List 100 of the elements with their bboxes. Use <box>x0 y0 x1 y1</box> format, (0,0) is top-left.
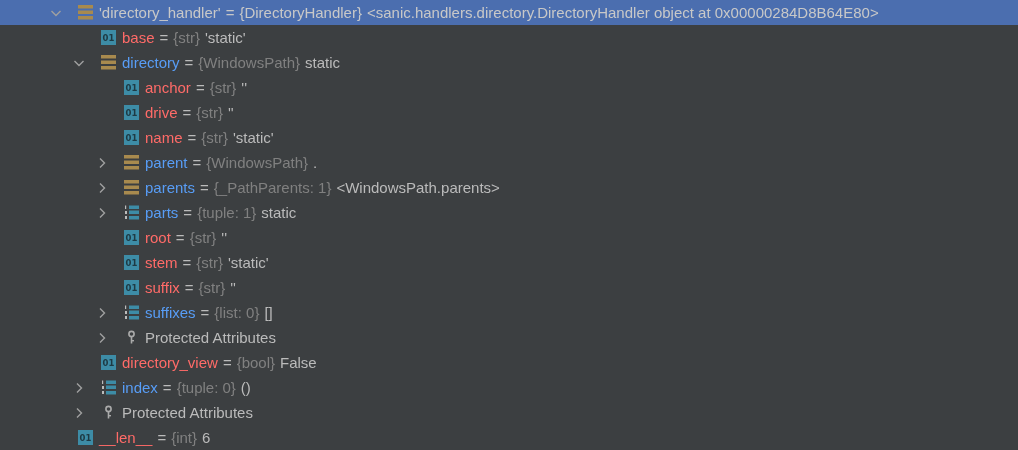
variable-name: suffixes <box>145 304 196 321</box>
equals-sign: = <box>184 279 194 296</box>
variable-name: base <box>122 29 155 46</box>
variable-type: {str} <box>201 129 228 146</box>
variable-type: {WindowsPath} <box>198 54 301 71</box>
variable-value: 6 <box>202 429 211 446</box>
tree-row[interactable]: Protected Attributes <box>0 400 1018 425</box>
tree-row[interactable]: index = {tuple: 0} () <box>0 375 1018 400</box>
variable-value: static <box>261 204 297 221</box>
variable-value: '' <box>221 229 228 246</box>
variable-type: {str} <box>198 279 226 296</box>
variable-value: 'static' <box>205 29 246 46</box>
equals-sign: = <box>225 4 235 21</box>
variable-name: index <box>122 379 158 396</box>
variable-type: {str} <box>196 254 223 271</box>
equals-sign: = <box>222 354 232 371</box>
variable-value: <sanic.handlers.directory.DirectoryHandler object at 0x00000284D8B64E80> <box>366 4 879 21</box>
variable-type: {WindowsPath} <box>206 154 309 171</box>
equals-sign: = <box>159 29 169 46</box>
primitive-icon: 01 <box>78 430 93 445</box>
tree-row[interactable]: 01 anchor = {str} '' <box>0 75 1018 100</box>
variable-type: {tuple: 1} <box>197 204 257 221</box>
tree-row[interactable]: Protected Attributes <box>0 325 1018 350</box>
variable-name: drive <box>145 104 178 121</box>
variable-value: static <box>305 54 341 71</box>
variable-name: directory <box>122 54 180 71</box>
variable-type: {str} <box>196 104 223 121</box>
tree-row[interactable]: 01 __len__ = {int} 6 <box>0 425 1018 450</box>
variable-name: root <box>145 229 171 246</box>
tree-row[interactable]: parent = {WindowsPath} . <box>0 150 1018 175</box>
equals-sign: = <box>182 254 192 271</box>
variable-type: {bool} <box>236 354 276 371</box>
variable-name: stem <box>145 254 178 271</box>
primitive-icon: 01 <box>124 280 139 295</box>
tree-row[interactable]: 01 drive = {str} '' <box>0 100 1018 125</box>
variable-name: anchor <box>145 79 191 96</box>
variable-name: 'directory_handler' <box>99 4 221 21</box>
variable-type: {DirectoryHandler} <box>239 4 362 21</box>
variable-type: {int} <box>171 429 198 446</box>
variable-type: {_PathParents: 1} <box>213 179 332 196</box>
tree-row[interactable]: 01 stem = {str} 'static' <box>0 250 1018 275</box>
variable-value: <WindowsPath.parents> <box>336 179 500 196</box>
list-icon <box>124 205 139 220</box>
equals-sign: = <box>183 204 193 221</box>
primitive-icon: 01 <box>124 105 139 120</box>
variable-value: '' <box>241 79 248 96</box>
variable-name: suffix <box>145 279 180 296</box>
variable-type: {list: 0} <box>214 304 260 321</box>
equals-sign: = <box>182 104 192 121</box>
tree-row[interactable]: parents = {_PathParents: 1} <WindowsPath.parents> <box>0 175 1018 200</box>
tree-row[interactable]: suffixes = {list: 0} [] <box>0 300 1018 325</box>
primitive-icon: 01 <box>124 255 139 270</box>
primitive-icon: 01 <box>124 80 139 95</box>
object-icon <box>78 5 93 20</box>
variable-type: {str} <box>173 29 200 46</box>
variable-type: {str} <box>209 79 237 96</box>
variable-value: '' <box>227 104 234 121</box>
variable-name: parts <box>145 204 179 221</box>
variable-value: () <box>240 379 251 396</box>
equals-sign: = <box>157 429 167 446</box>
tree-row[interactable]: parts = {tuple: 1} static <box>0 200 1018 225</box>
tree-row[interactable]: directory = {WindowsPath} static <box>0 50 1018 75</box>
equals-sign: = <box>195 79 205 96</box>
variable-name: parent <box>145 154 188 171</box>
variable-name: __len__ <box>99 429 153 446</box>
equals-sign: = <box>184 54 194 71</box>
object-icon <box>101 55 116 70</box>
equals-sign: = <box>175 229 185 246</box>
variable-value: '' <box>230 279 236 296</box>
variable-name: directory_view <box>122 354 218 371</box>
tree-row[interactable]: 01 root = {str} '' <box>0 225 1018 250</box>
variable-value: 'static' <box>227 254 269 271</box>
primitive-icon: 01 <box>124 130 139 145</box>
tree-row[interactable]: 'directory_handler' = {DirectoryHandler} <sanic.handlers.directory.DirectoryHandler object at 0x00000284D8B64E80> <box>0 0 1018 25</box>
variable-value: 'static' <box>233 129 274 146</box>
variable-type: {str} <box>189 229 217 246</box>
variable-name: parents <box>145 179 196 196</box>
tree-row[interactable]: 01 name = {str} 'static' <box>0 125 1018 150</box>
group-label: Protected Attributes <box>122 404 253 421</box>
variable-value: False <box>280 354 317 371</box>
variable-type: {tuple: 0} <box>176 379 236 396</box>
list-icon <box>101 380 116 395</box>
tree-row[interactable]: 01 directory_view = {bool} False <box>0 350 1018 375</box>
group-label: Protected Attributes <box>145 329 276 346</box>
primitive-icon: 01 <box>101 355 116 370</box>
primitive-icon: 01 <box>101 30 116 45</box>
list-icon <box>124 305 139 320</box>
variable-name: name <box>145 129 183 146</box>
tree-row[interactable]: 01 base = {str} 'static' <box>0 25 1018 50</box>
equals-sign: = <box>200 179 209 196</box>
tree-row[interactable]: 01 suffix = {str} '' <box>0 275 1018 300</box>
primitive-icon: 01 <box>124 230 139 245</box>
variable-value: [] <box>264 304 273 321</box>
object-icon <box>124 180 139 195</box>
variable-value: . <box>313 154 318 171</box>
equals-sign: = <box>192 154 202 171</box>
equals-sign: = <box>200 304 210 321</box>
object-icon <box>124 155 139 170</box>
equals-sign: = <box>187 129 197 146</box>
equals-sign: = <box>162 379 172 396</box>
